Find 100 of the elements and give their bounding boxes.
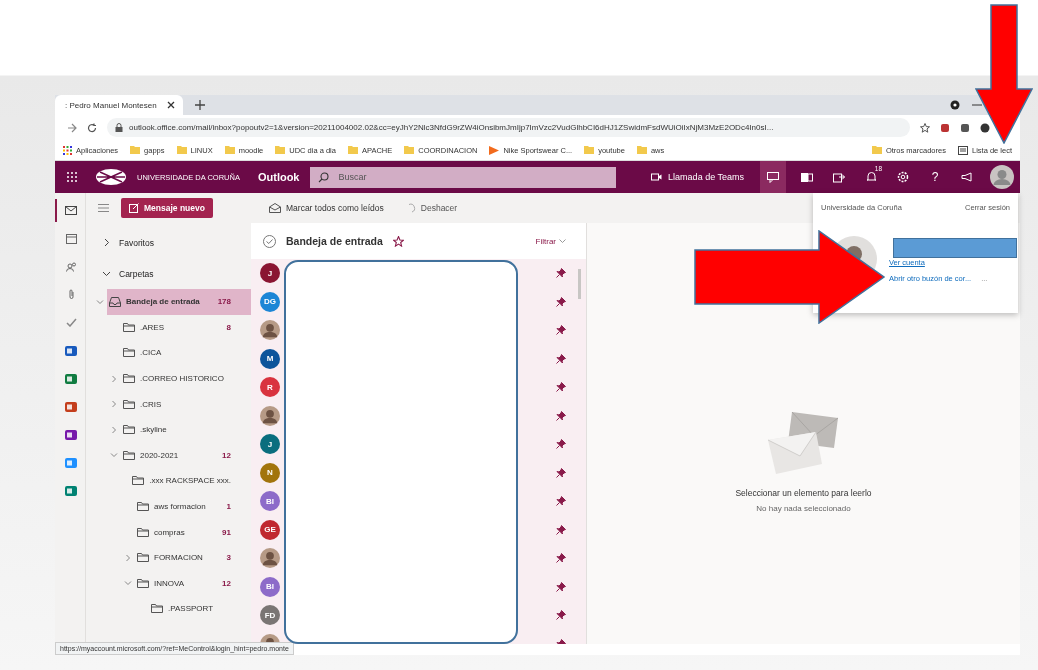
avatar-silhouette-icon xyxy=(260,320,280,341)
folder-item[interactable]: compras 91 xyxy=(135,519,251,545)
avatar-silhouette-icon xyxy=(260,548,280,569)
sender-avatar: DG xyxy=(260,291,280,312)
sender-avatar: BI xyxy=(260,491,280,512)
sway-app-icon xyxy=(65,484,77,497)
profile-dot-icon[interactable] xyxy=(950,100,960,110)
folder-item[interactable]: 2020-2021 12 xyxy=(121,442,251,469)
folder-icon xyxy=(123,399,135,409)
plus-icon[interactable] xyxy=(195,100,205,110)
help-button[interactable]: ? xyxy=(924,161,946,193)
extension-icon[interactable] xyxy=(960,122,970,133)
star-icon[interactable] xyxy=(392,235,404,247)
onenote-app-icon xyxy=(65,428,77,441)
extension-icon[interactable] xyxy=(940,122,950,133)
folder-icon xyxy=(224,146,235,154)
teams-call-button[interactable]: Llamada de Teams xyxy=(645,172,750,182)
pin-icon[interactable] xyxy=(556,467,566,478)
folder-section[interactable]: Carpetas xyxy=(119,268,154,279)
empty-state-title: Seleccionar un elemento para leerlo xyxy=(735,488,872,498)
new-message-button[interactable]: Mensaje nuevo xyxy=(121,198,213,218)
folder-item[interactable]: .CORREO HISTORICO xyxy=(121,365,251,392)
search-input[interactable]: Buscar xyxy=(338,167,608,187)
settings-icon[interactable] xyxy=(897,171,909,183)
pin-icon[interactable] xyxy=(556,553,566,564)
people-icon xyxy=(65,261,77,272)
chevron-icon xyxy=(559,238,566,244)
inbox-icon xyxy=(109,296,121,307)
close-icon[interactable] xyxy=(167,101,175,109)
pin-icon[interactable] xyxy=(556,325,566,336)
folder-item[interactable]: Bandeja de entrada 178 xyxy=(107,289,251,315)
folder-item[interactable]: INNOVA 12 xyxy=(135,570,251,597)
folder-icon xyxy=(151,604,163,614)
folder-icon xyxy=(123,374,135,384)
pin-icon[interactable] xyxy=(556,439,566,450)
sender-avatar: BI xyxy=(260,576,280,597)
sender-avatar: FD xyxy=(260,605,280,626)
forward-arrow-icon[interactable] xyxy=(67,122,77,133)
chat-icon[interactable] xyxy=(767,171,779,183)
pin-icon[interactable] xyxy=(556,296,566,307)
undo-button[interactable]: Deshacer xyxy=(401,202,464,214)
pin-icon[interactable] xyxy=(556,410,566,421)
address-field[interactable]: outlook.office.com/mail/inbox?popoutv2=1&version=20211004002.02&cc=eyJhY2Nlc3NfdG9rZW4iOnsibmJmIjp7ImVzc2VudGlhbCI6dHJ1ZSwidmFsdWUiOiIxNjM3MzE2ODc4In0sI... xyxy=(107,118,910,137)
folder-item[interactable]: .CICA xyxy=(121,340,251,366)
folder-icon xyxy=(871,146,882,154)
star-icon[interactable] xyxy=(920,122,930,133)
chevron-icon[interactable] xyxy=(102,238,111,247)
menu-icon[interactable] xyxy=(98,204,109,212)
pin-icon[interactable] xyxy=(556,496,566,507)
app-launcher-icon[interactable] xyxy=(67,172,77,182)
folder-icon xyxy=(404,146,415,154)
folder-item[interactable]: .xxx RACKSPACE xxx. xyxy=(130,468,251,494)
folder-icon xyxy=(123,425,135,435)
folder-icon xyxy=(123,348,135,358)
pin-icon[interactable] xyxy=(556,382,566,393)
tab-title: : Pedro Manuel Montesen xyxy=(65,100,158,110)
university-logo-icon xyxy=(95,168,127,186)
folder-icon xyxy=(176,146,187,154)
sender-avatar: N xyxy=(260,462,280,483)
folder-item[interactable]: .skyline xyxy=(121,416,251,443)
pin-icon[interactable] xyxy=(556,581,566,592)
sender-avatar: M xyxy=(260,348,280,369)
check-circle-icon[interactable] xyxy=(263,234,276,248)
sender-avatar: J xyxy=(260,263,280,284)
folder-icon xyxy=(137,553,149,563)
folder-item[interactable]: .CRIS xyxy=(121,391,251,417)
folder-icon xyxy=(636,146,647,154)
reload-icon[interactable] xyxy=(87,122,97,133)
folder-item[interactable]: .ARES 8 xyxy=(121,314,251,341)
empty-state-subtitle: No hay nada seleccionado xyxy=(756,504,851,513)
app-name[interactable]: Outlook xyxy=(257,171,300,183)
folder-icon xyxy=(347,146,358,154)
pin-icon[interactable] xyxy=(556,524,566,535)
folder-item[interactable]: aws formacion 1 xyxy=(135,493,251,520)
search-field[interactable]: Buscar xyxy=(309,166,616,188)
search-icon xyxy=(317,171,329,183)
apps-grid-icon xyxy=(63,145,72,155)
pin-icon[interactable] xyxy=(556,353,566,364)
browser-tab[interactable]: : Pedro Manuel Montesen xyxy=(55,95,183,115)
folder-icon xyxy=(132,476,145,486)
folder-item[interactable]: .PASSPORT xyxy=(149,596,251,622)
office-icon[interactable] xyxy=(801,171,813,183)
filter-button[interactable]: Filtrar xyxy=(529,235,572,247)
megaphone-icon[interactable] xyxy=(961,172,973,182)
checkmark-icon xyxy=(65,318,77,327)
pin-icon[interactable] xyxy=(556,610,566,621)
calendar-icon xyxy=(65,233,77,244)
chevron-icon[interactable] xyxy=(102,269,111,278)
mail-icon xyxy=(65,206,77,215)
compose-icon xyxy=(129,203,139,213)
forward-icon[interactable] xyxy=(833,171,845,183)
pin-icon[interactable] xyxy=(556,268,566,279)
mark-all-read-button[interactable]: Marcar todos como leídos xyxy=(263,202,390,214)
bell-icon[interactable] xyxy=(865,171,877,183)
open-envelope-icon xyxy=(269,203,281,213)
folder-icon xyxy=(137,578,149,588)
folder-section[interactable]: Favoritos xyxy=(119,237,154,248)
extension-icon[interactable] xyxy=(980,122,990,133)
folder-item[interactable]: FORMACION 3 xyxy=(135,544,251,571)
profile-avatar[interactable] xyxy=(990,165,1014,189)
